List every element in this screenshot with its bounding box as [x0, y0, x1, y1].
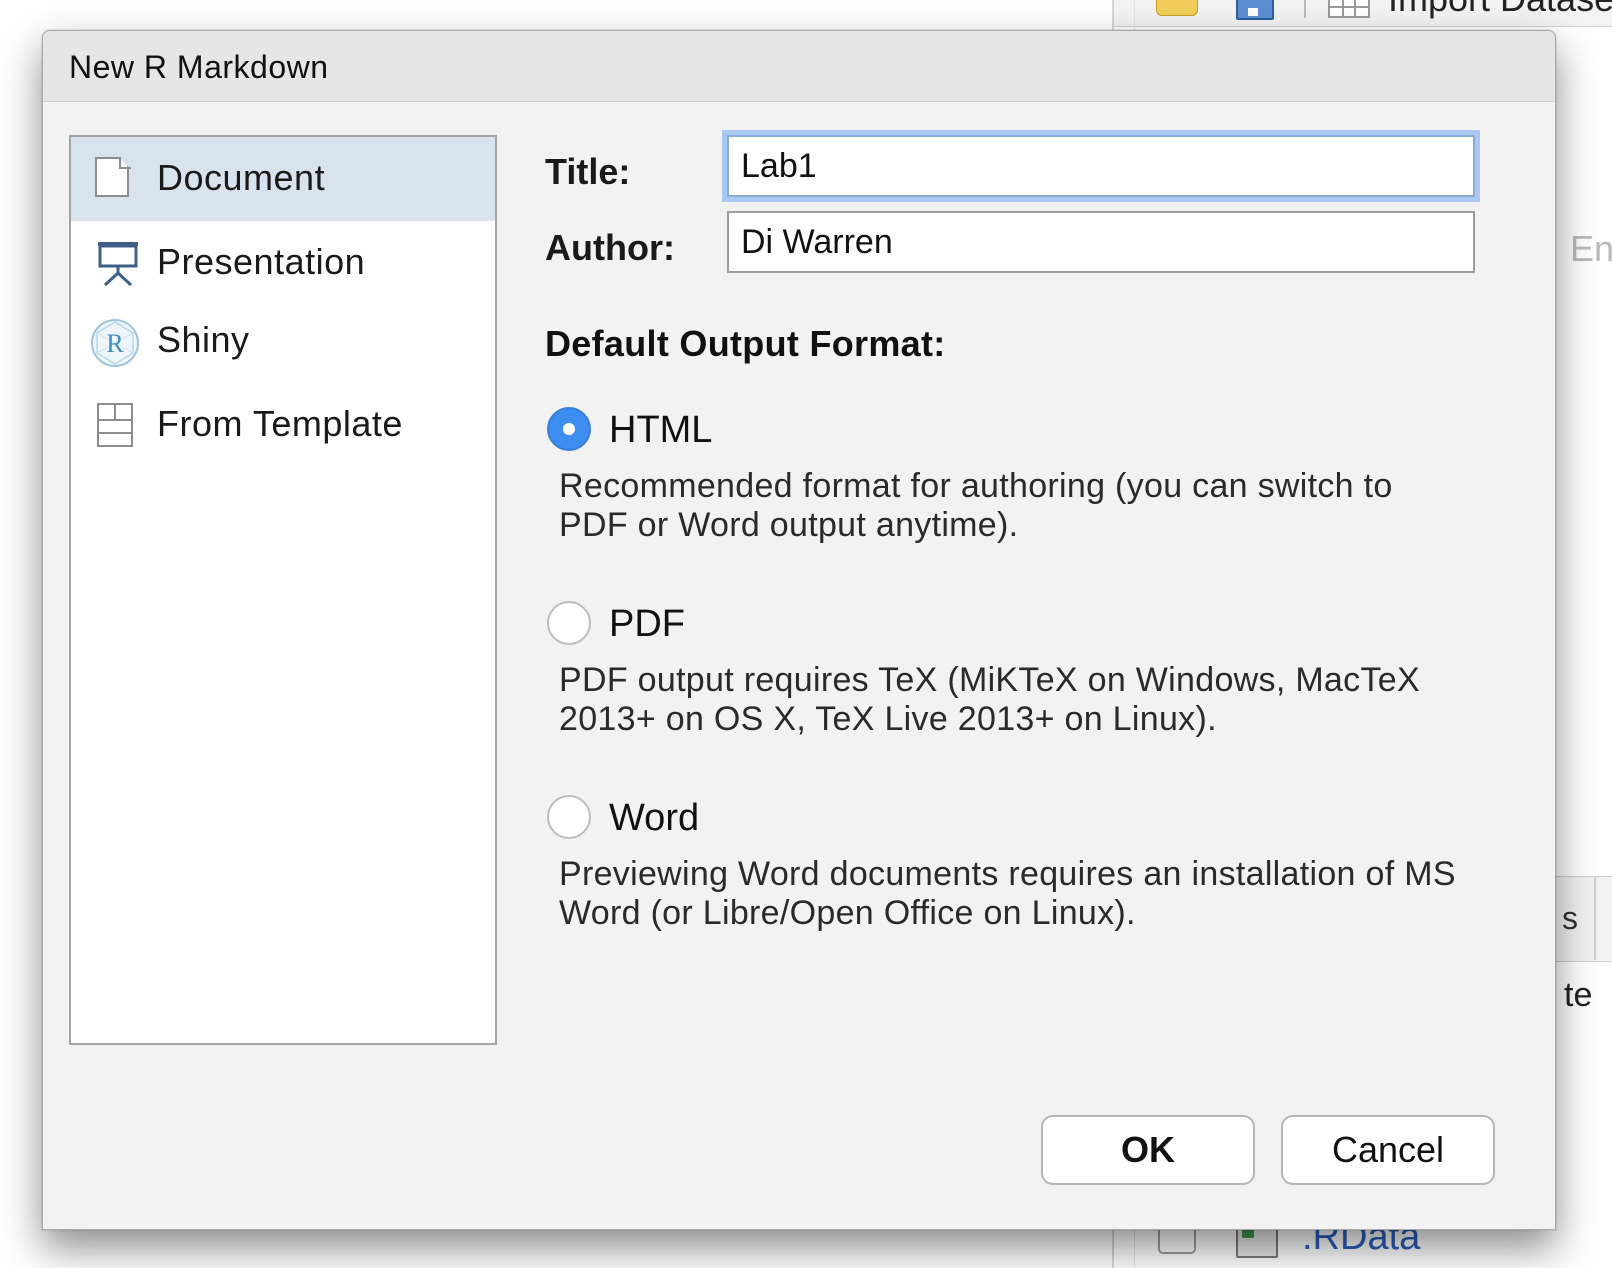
title-input[interactable]: [727, 135, 1475, 197]
cancel-button[interactable]: Cancel: [1281, 1115, 1495, 1185]
background-tab-fragment[interactable]: s: [1562, 900, 1578, 937]
type-item-label: From Template: [157, 403, 403, 444]
type-item-document[interactable]: Document: [71, 137, 495, 221]
dialog-titlebar[interactable]: New R Markdown: [43, 31, 1555, 102]
pdf-description: PDF output requires TeX (MiKTeX on Windo…: [559, 661, 1420, 738]
background-row-fragment: te: [1564, 976, 1593, 1014]
import-dataset-button[interactable]: Import Dataset: [1388, 0, 1612, 20]
save-icon[interactable]: [1236, 0, 1274, 20]
document-type-list: Document Presentation R Shiny From Templ…: [69, 135, 497, 1045]
type-item-label: Presentation: [157, 241, 366, 282]
background-text-fragment: En: [1570, 228, 1612, 269]
document-icon: [95, 157, 131, 197]
author-label: Author:: [545, 227, 675, 268]
word-description: Previewing Word documents requires an in…: [559, 855, 1456, 932]
radio-pdf[interactable]: [547, 601, 591, 645]
folder-icon[interactable]: [1156, 0, 1198, 16]
template-icon: [97, 403, 133, 447]
type-item-label: Document: [157, 157, 326, 198]
type-item-shiny[interactable]: R Shiny: [71, 303, 495, 387]
presentation-icon: [95, 239, 141, 292]
toolbar-separator: [1304, 0, 1306, 18]
radio-label-html[interactable]: HTML: [609, 409, 712, 452]
ok-button[interactable]: OK: [1041, 1115, 1255, 1185]
radio-html[interactable]: [547, 407, 591, 451]
author-input[interactable]: [727, 211, 1475, 273]
shiny-icon: R: [89, 317, 141, 374]
output-format-heading: Default Output Format:: [545, 323, 946, 364]
tab-divider: [1594, 876, 1596, 960]
table-icon[interactable]: [1328, 0, 1370, 18]
radio-label-word[interactable]: Word: [609, 797, 699, 840]
type-item-from-template[interactable]: From Template: [71, 385, 495, 469]
radio-label-pdf[interactable]: PDF: [609, 603, 685, 646]
html-description: Recommended format for authoring (you ca…: [559, 467, 1393, 544]
radio-word[interactable]: [547, 795, 591, 839]
type-item-label: Shiny: [157, 319, 250, 360]
dialog-title: New R Markdown: [69, 49, 329, 85]
title-label: Title:: [545, 151, 631, 192]
new-r-markdown-dialog: New R Markdown Document Presentation R S…: [42, 30, 1556, 1230]
type-item-presentation[interactable]: Presentation: [71, 221, 495, 305]
svg-text:R: R: [106, 329, 124, 358]
